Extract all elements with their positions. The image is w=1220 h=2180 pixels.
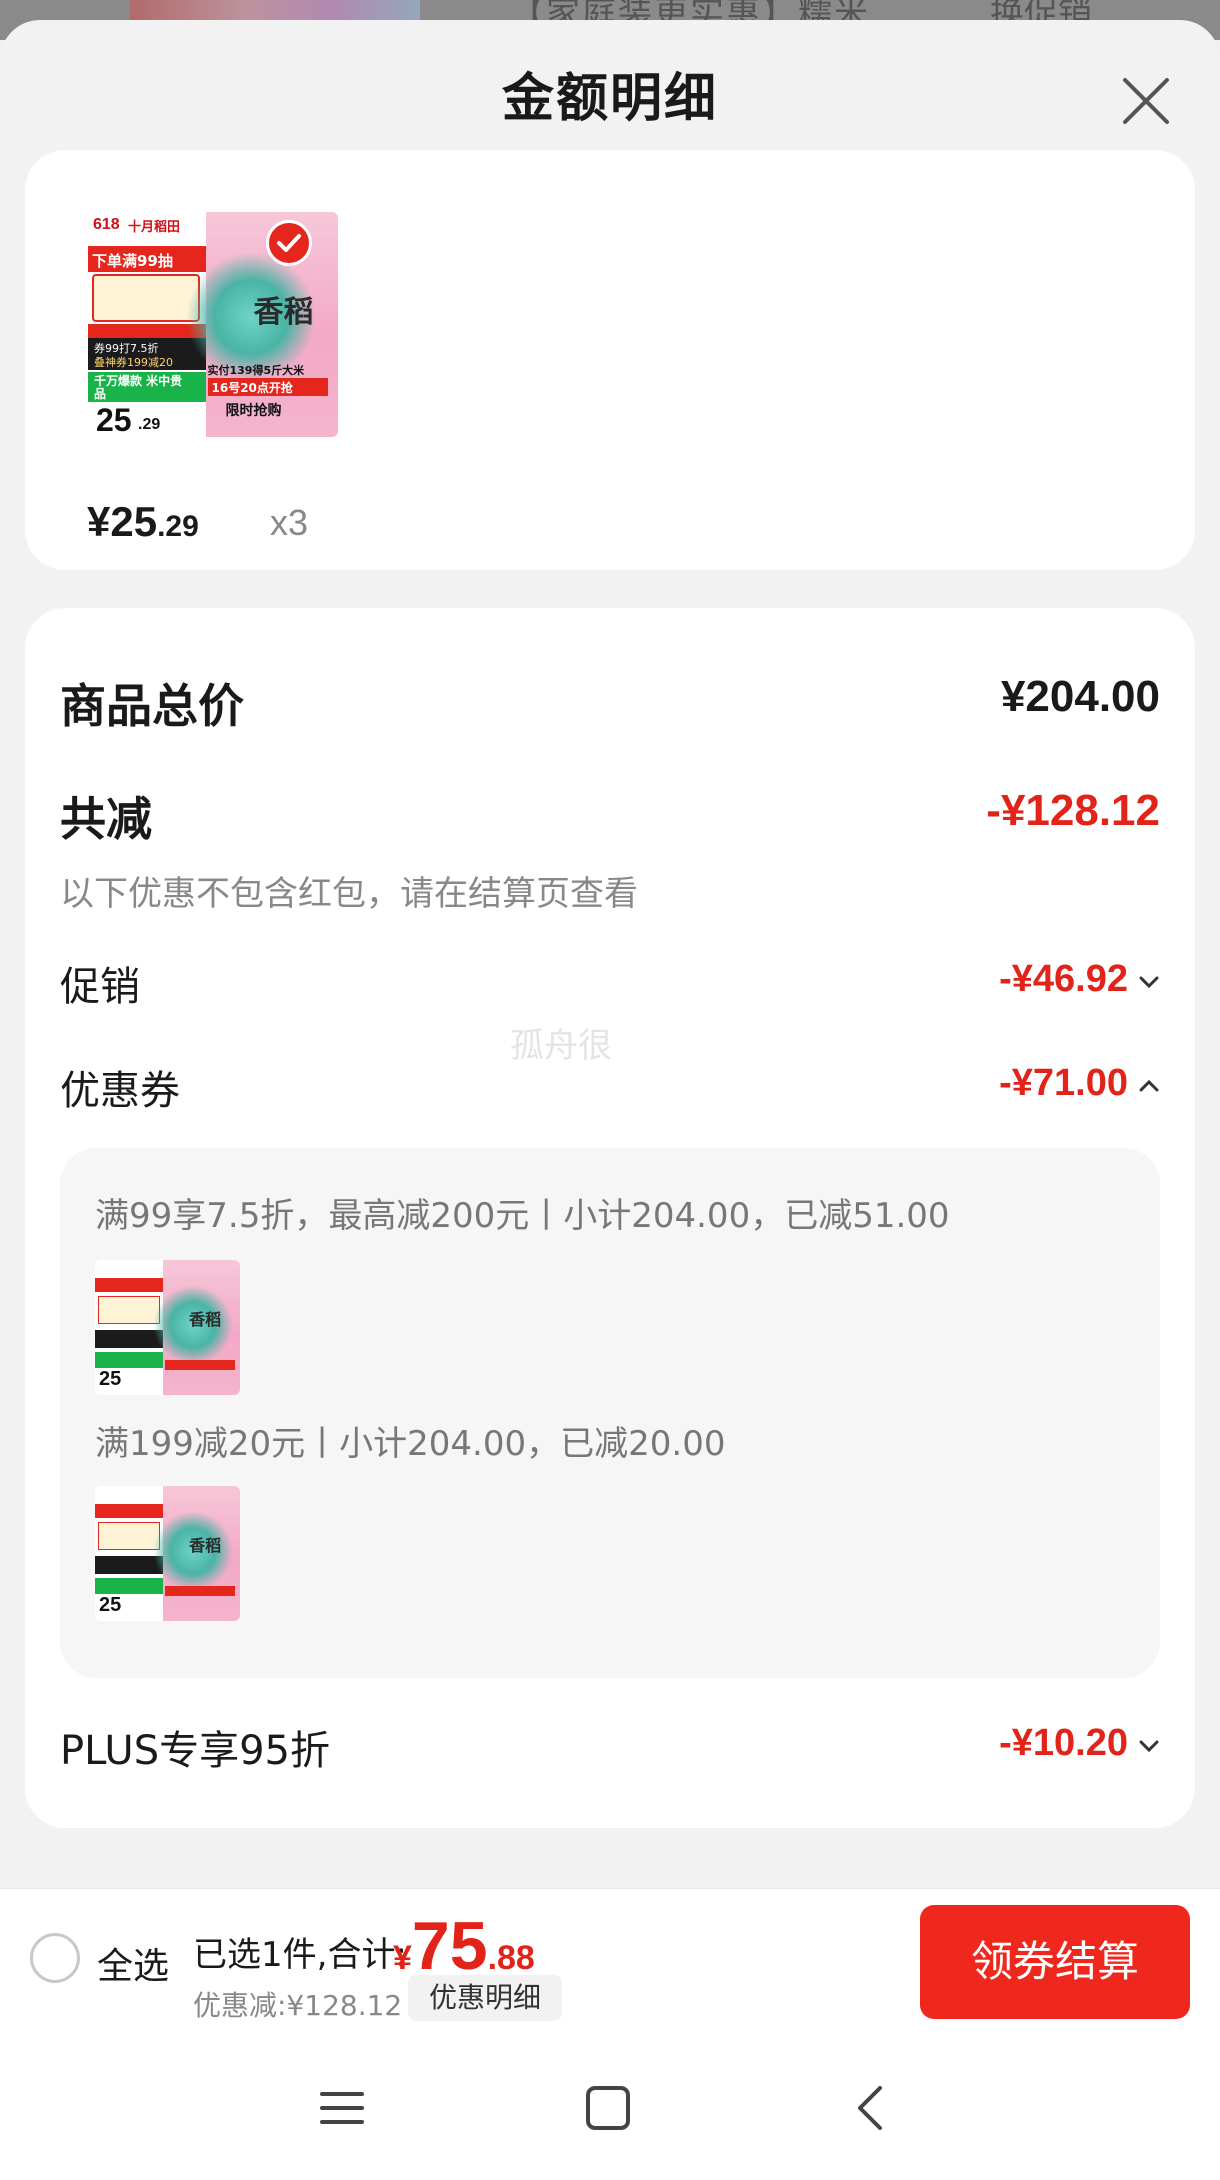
system-nav-bar [0,2038,1220,2180]
discount-amount-text: 优惠减:¥128.12 [193,1989,403,2022]
sheet-title: 金额明细 [501,69,718,129]
chevron-up-icon [1138,1069,1160,1100]
total-price-value: ¥204.00 [1000,672,1160,721]
total-price-label: 商品总价 [60,679,244,733]
chevron-down-icon [1138,965,1160,996]
coupon-product-thumbnail: 25 香稻 [95,1486,240,1621]
discount-detail-button[interactable]: 优惠明细 [408,1975,562,2021]
chevron-down-icon [1138,1729,1160,1760]
product-unit-price: ¥25.29 [87,498,199,545]
checkmark-icon [265,220,312,266]
coupon-detail-box: 满99享7.5折，最高减200元丨小计204.00，已减51.00 25 香稻 … [60,1148,1160,1678]
coupon-row[interactable]: -¥71.00 [999,1062,1160,1105]
checkout-button[interactable]: 领券结算 [920,1905,1190,2019]
total-amount: ¥75.88 [393,1908,535,1984]
product-card: 618 十月稻田 下单满99抽 券99打7.5折 叠神券199减20 千万爆款 … [25,150,1195,570]
coupon-product-thumbnail: 25 香稻 [95,1260,240,1395]
plus-discount-value: -¥10.20 [999,1722,1128,1764]
select-all-radio[interactable] [30,1933,80,1983]
home-icon[interactable] [578,2078,638,2138]
coupon-line-1: 满99享7.5折，最高减200元丨小计204.00，已减51.00 [95,1196,950,1236]
total-reduce-value: -¥128.12 [986,786,1160,835]
close-icon[interactable] [1115,70,1177,132]
coupon-value: -¥71.00 [999,1062,1128,1104]
checkout-bar: 全选 已选1件,合计: ¥75.88 优惠减:¥128.12 优惠明细 领券结算 [0,1888,1220,2038]
price-detail-card: 商品总价 ¥204.00 共减 -¥128.12 以下优惠不包含红包，请在结算页… [25,608,1195,1828]
promo-label: 促销 [60,964,140,1010]
plus-discount-label: PLUS专享95折 [60,1728,330,1774]
product-thumbnail[interactable]: 618 十月稻田 下单满99抽 券99打7.5折 叠神券199减20 千万爆款 … [88,212,338,437]
product-quantity: x3 [270,502,309,543]
coupon-line-2: 满199减20元丨小计204.00，已减20.00 [95,1424,726,1464]
plus-discount-row[interactable]: -¥10.20 [999,1722,1160,1765]
total-reduce-label: 共减 [60,792,152,846]
select-all-label[interactable]: 全选 [97,1937,169,1989]
promo-row[interactable]: -¥46.92 [999,958,1160,1001]
background-thumbnail [130,0,420,20]
selected-count-text: 已选1件,合计: [193,1935,407,1975]
coupon-label: 优惠券 [60,1068,180,1114]
menu-icon[interactable] [312,2078,372,2138]
promo-value: -¥46.92 [999,958,1128,1000]
discount-note: 以下优惠不包含红包，请在结算页查看 [60,874,638,914]
back-icon[interactable] [842,2078,902,2138]
watermark: 孤舟很 [510,1026,612,1066]
